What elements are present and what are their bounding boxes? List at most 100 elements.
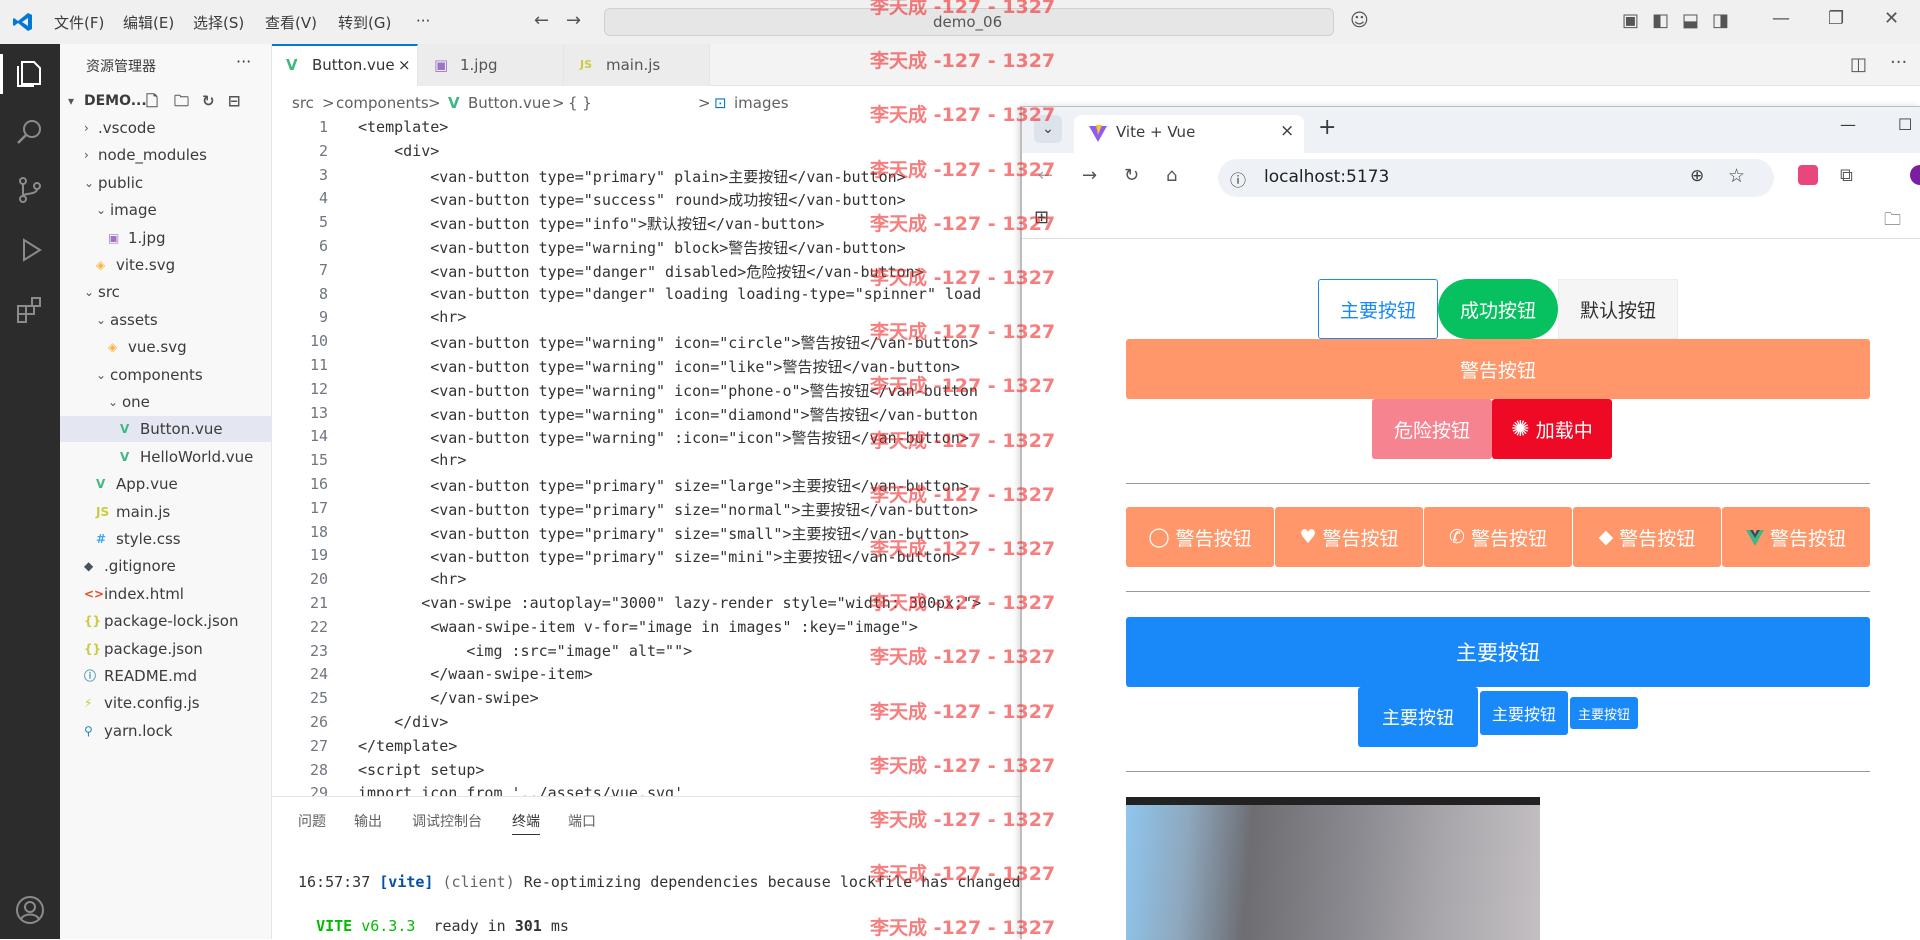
workspace-root[interactable]: ▾ DEMO... 🗋 🗀 ↻ ⊟ bbox=[60, 88, 272, 114]
warning-block-button[interactable]: 警告按钮 bbox=[1126, 339, 1870, 399]
success-round-button[interactable]: 成功按钮 bbox=[1438, 279, 1558, 339]
warning-phone-button[interactable]: ✆ 警告按钮 bbox=[1424, 507, 1572, 567]
profile-avatar[interactable] bbox=[1910, 165, 1920, 185]
zoom-icon[interactable]: ⊕ bbox=[1690, 166, 1704, 186]
split-editor-icon[interactable]: ◫ bbox=[1850, 54, 1867, 75]
tree-item[interactable]: ⌄ assets bbox=[60, 307, 272, 333]
tree-item[interactable]: ⌄ one bbox=[60, 389, 272, 415]
bookmarks-folder-icon[interactable]: 🗀 bbox=[1884, 207, 1901, 236]
restore-icon[interactable]: ❐ bbox=[1828, 8, 1844, 29]
browser-minimize-icon[interactable]: — bbox=[1840, 115, 1856, 134]
menu-view[interactable]: 查看(V) bbox=[265, 12, 317, 33]
menu-file[interactable]: 文件(F) bbox=[54, 12, 104, 33]
tree-item[interactable]: <> index.html bbox=[60, 581, 272, 607]
warning-vue-icon-button[interactable]: 警告按钮 bbox=[1722, 507, 1870, 567]
panel-tab-ports[interactable]: 端口 bbox=[568, 811, 596, 831]
close-window-icon[interactable]: ✕ bbox=[1884, 8, 1899, 29]
explorer-files-icon[interactable] bbox=[14, 58, 46, 90]
tree-item[interactable]: › node_modules bbox=[60, 142, 272, 168]
toggle-panel-icon[interactable]: ⬓ bbox=[1682, 10, 1699, 31]
panel-tab-problems[interactable]: 问题 bbox=[298, 811, 326, 831]
warning-circle-button[interactable]: ◯ 警告按钮 bbox=[1126, 507, 1274, 567]
close-browser-tab-icon[interactable]: × bbox=[1280, 121, 1294, 141]
new-tab-icon[interactable]: + bbox=[1318, 115, 1336, 140]
minimize-icon[interactable]: — bbox=[1772, 8, 1790, 29]
reload-icon[interactable]: ↻ bbox=[1124, 165, 1139, 186]
new-folder-icon[interactable]: 🗀 bbox=[174, 88, 189, 114]
editor-more-icon[interactable]: ··· bbox=[1890, 52, 1907, 73]
tree-item[interactable]: V HelloWorld.vue bbox=[60, 444, 272, 470]
browser-forward-icon[interactable]: → bbox=[1082, 165, 1097, 186]
breadcrumb-src[interactable]: src bbox=[292, 94, 314, 112]
menu-go[interactable]: 转到(G) bbox=[338, 12, 391, 33]
activity-bar bbox=[0, 44, 60, 939]
extensions-puzzle-icon[interactable]: ⧉ bbox=[1840, 165, 1853, 186]
source-control-icon[interactable] bbox=[14, 174, 46, 206]
close-tab-icon[interactable]: × bbox=[398, 46, 411, 84]
bookmark-star-icon[interactable]: ☆ bbox=[1728, 165, 1745, 187]
extensions-icon[interactable] bbox=[14, 294, 46, 326]
primary-large-button[interactable]: 主要按钮 bbox=[1126, 617, 1870, 687]
tree-item[interactable]: ⚡ vite.config.js bbox=[60, 690, 272, 716]
panel-tab-terminal[interactable]: 终端 bbox=[512, 811, 540, 835]
primary-plain-button[interactable]: 主要按钮 bbox=[1318, 279, 1438, 339]
forward-arrow-icon[interactable]: → bbox=[566, 10, 581, 31]
tree-item[interactable]: V Button.vue bbox=[60, 416, 272, 443]
toggle-sidebar-icon[interactable]: ◧ bbox=[1652, 10, 1669, 31]
info-default-button[interactable]: 默认按钮 bbox=[1558, 279, 1678, 339]
tree-item[interactable]: ⌄ image bbox=[60, 197, 272, 223]
tab-button-vue[interactable]: V Button.vue × bbox=[272, 44, 418, 86]
collapse-all-icon[interactable]: ⊟ bbox=[228, 88, 241, 114]
warning-like-button[interactable]: ♥ 警告按钮 bbox=[1275, 507, 1423, 567]
tab-1-jpg[interactable]: ▣ 1.jpg bbox=[418, 44, 564, 86]
account-icon[interactable] bbox=[14, 894, 46, 926]
tree-item[interactable]: # style.css bbox=[60, 526, 272, 552]
tree-item[interactable]: {} package.json bbox=[60, 636, 272, 662]
copilot-icon[interactable]: ☺ bbox=[1350, 10, 1369, 31]
home-icon[interactable]: ⌂ bbox=[1166, 165, 1177, 186]
new-file-icon[interactable]: 🗋 bbox=[146, 88, 158, 114]
tree-item[interactable]: ◈ vue.svg bbox=[60, 334, 272, 360]
run-debug-icon[interactable] bbox=[14, 234, 46, 266]
tree-item[interactable]: {} package-lock.json bbox=[60, 608, 272, 634]
layout-icon[interactable]: ▣ bbox=[1622, 10, 1639, 31]
danger-loading-button[interactable]: ✺ 加载中 bbox=[1492, 399, 1612, 459]
tree-item[interactable]: ⓘ README.md bbox=[60, 663, 272, 689]
tree-item[interactable]: V App.vue bbox=[60, 471, 272, 497]
tree-item-label: main.js bbox=[116, 502, 171, 521]
swipe-image[interactable] bbox=[1126, 797, 1540, 940]
vue-icon: V bbox=[448, 94, 460, 112]
tree-item[interactable]: ⌄ src bbox=[60, 279, 272, 305]
panel-tab-debug-console[interactable]: 调试控制台 bbox=[412, 811, 482, 831]
tab-main-js[interactable]: JS main.js bbox=[564, 44, 710, 86]
breadcrumb-file[interactable]: Button.vue bbox=[468, 94, 551, 112]
tree-item[interactable]: ⌄ public bbox=[60, 170, 272, 196]
address-bar[interactable]: ⓘ localhost:5173 ⊕ ☆ bbox=[1218, 159, 1774, 197]
back-arrow-icon[interactable]: ← bbox=[534, 10, 549, 31]
tree-item[interactable]: › .vscode bbox=[60, 115, 272, 141]
panel-tab-output[interactable]: 输出 bbox=[354, 811, 382, 831]
more-actions-icon[interactable]: ··· bbox=[236, 52, 251, 71]
toggle-secondary-sidebar-icon[interactable]: ◨ bbox=[1712, 10, 1729, 31]
search-icon[interactable] bbox=[14, 116, 46, 148]
tree-item[interactable]: ⚲ yarn.lock bbox=[60, 718, 272, 744]
primary-normal-button[interactable]: 主要按钮 bbox=[1358, 687, 1478, 747]
menu-edit[interactable]: 编辑(E) bbox=[123, 12, 174, 33]
tree-item[interactable]: ◈ vite.svg bbox=[60, 252, 272, 278]
tree-item[interactable]: JS main.js bbox=[60, 499, 272, 525]
warning-diamond-button[interactable]: ◆ 警告按钮 bbox=[1573, 507, 1721, 567]
site-info-icon[interactable]: ⓘ bbox=[1230, 167, 1246, 191]
breadcrumb-components[interactable]: components bbox=[336, 94, 429, 112]
browser-maximize-icon[interactable]: ☐ bbox=[1898, 115, 1912, 134]
primary-small-button[interactable]: 主要按钮 bbox=[1480, 691, 1568, 735]
menu-more[interactable]: ··· bbox=[416, 12, 430, 30]
tree-item[interactable]: ⌄ components bbox=[60, 362, 272, 388]
browser-tab[interactable]: Vite + Vue × bbox=[1074, 115, 1304, 153]
breadcrumb-images[interactable]: images bbox=[734, 94, 789, 112]
refresh-icon[interactable]: ↻ bbox=[202, 88, 215, 114]
tree-item[interactable]: ▣ 1.jpg bbox=[60, 225, 272, 251]
menu-selection[interactable]: 选择(S) bbox=[193, 12, 244, 33]
primary-mini-button[interactable]: 主要按钮 bbox=[1570, 697, 1638, 729]
translate-extension-icon[interactable] bbox=[1798, 165, 1818, 185]
tree-item[interactable]: ◆ .gitignore bbox=[60, 553, 272, 579]
